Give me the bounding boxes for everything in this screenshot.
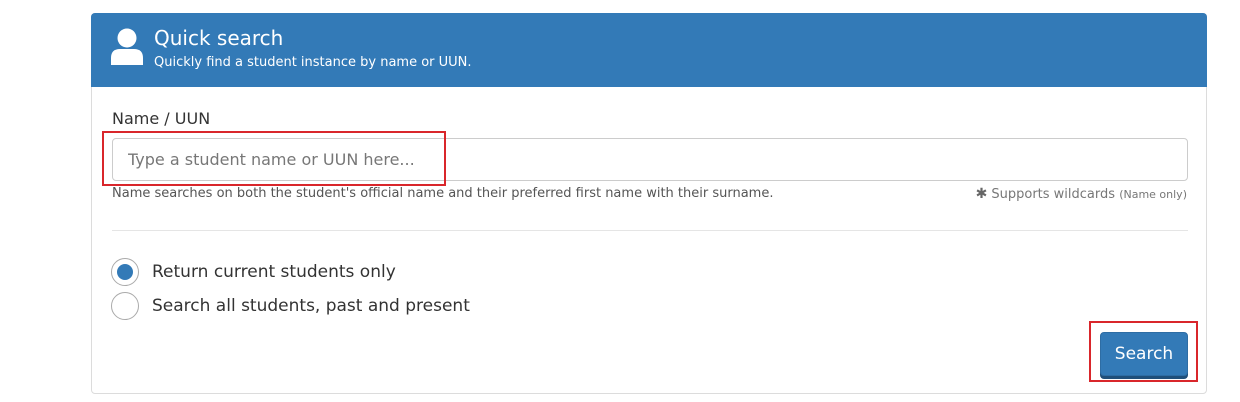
radio-button-checked[interactable] xyxy=(111,258,139,286)
wildcard-note: ✱ Supports wildcards (Name only) xyxy=(976,186,1187,202)
name-search-help-text: Name searches on both the student's offi… xyxy=(112,186,774,201)
quick-search-panel: Quick search Quickly find a student inst… xyxy=(91,13,1207,394)
name-uun-label: Name / UUN xyxy=(112,109,211,128)
name-uun-input[interactable] xyxy=(112,138,1188,181)
section-divider xyxy=(112,230,1188,231)
panel-subtitle: Quickly find a student instance by name … xyxy=(154,55,472,70)
user-icon xyxy=(111,28,143,65)
wildcard-scope-note: (Name only) xyxy=(1119,188,1187,201)
panel-title: Quick search xyxy=(154,26,284,50)
wildcard-text: Supports wildcards xyxy=(991,187,1116,202)
radio-all-students[interactable]: Search all students, past and present xyxy=(111,292,470,320)
radio-label: Search all students, past and present xyxy=(152,296,470,316)
asterisk-icon: ✱ xyxy=(975,186,988,202)
radio-button-unchecked[interactable] xyxy=(111,292,139,320)
search-button[interactable]: Search xyxy=(1100,332,1188,376)
radio-label: Return current students only xyxy=(152,262,396,282)
panel-header: Quick search Quickly find a student inst… xyxy=(91,13,1207,87)
radio-current-students[interactable]: Return current students only xyxy=(111,258,396,286)
